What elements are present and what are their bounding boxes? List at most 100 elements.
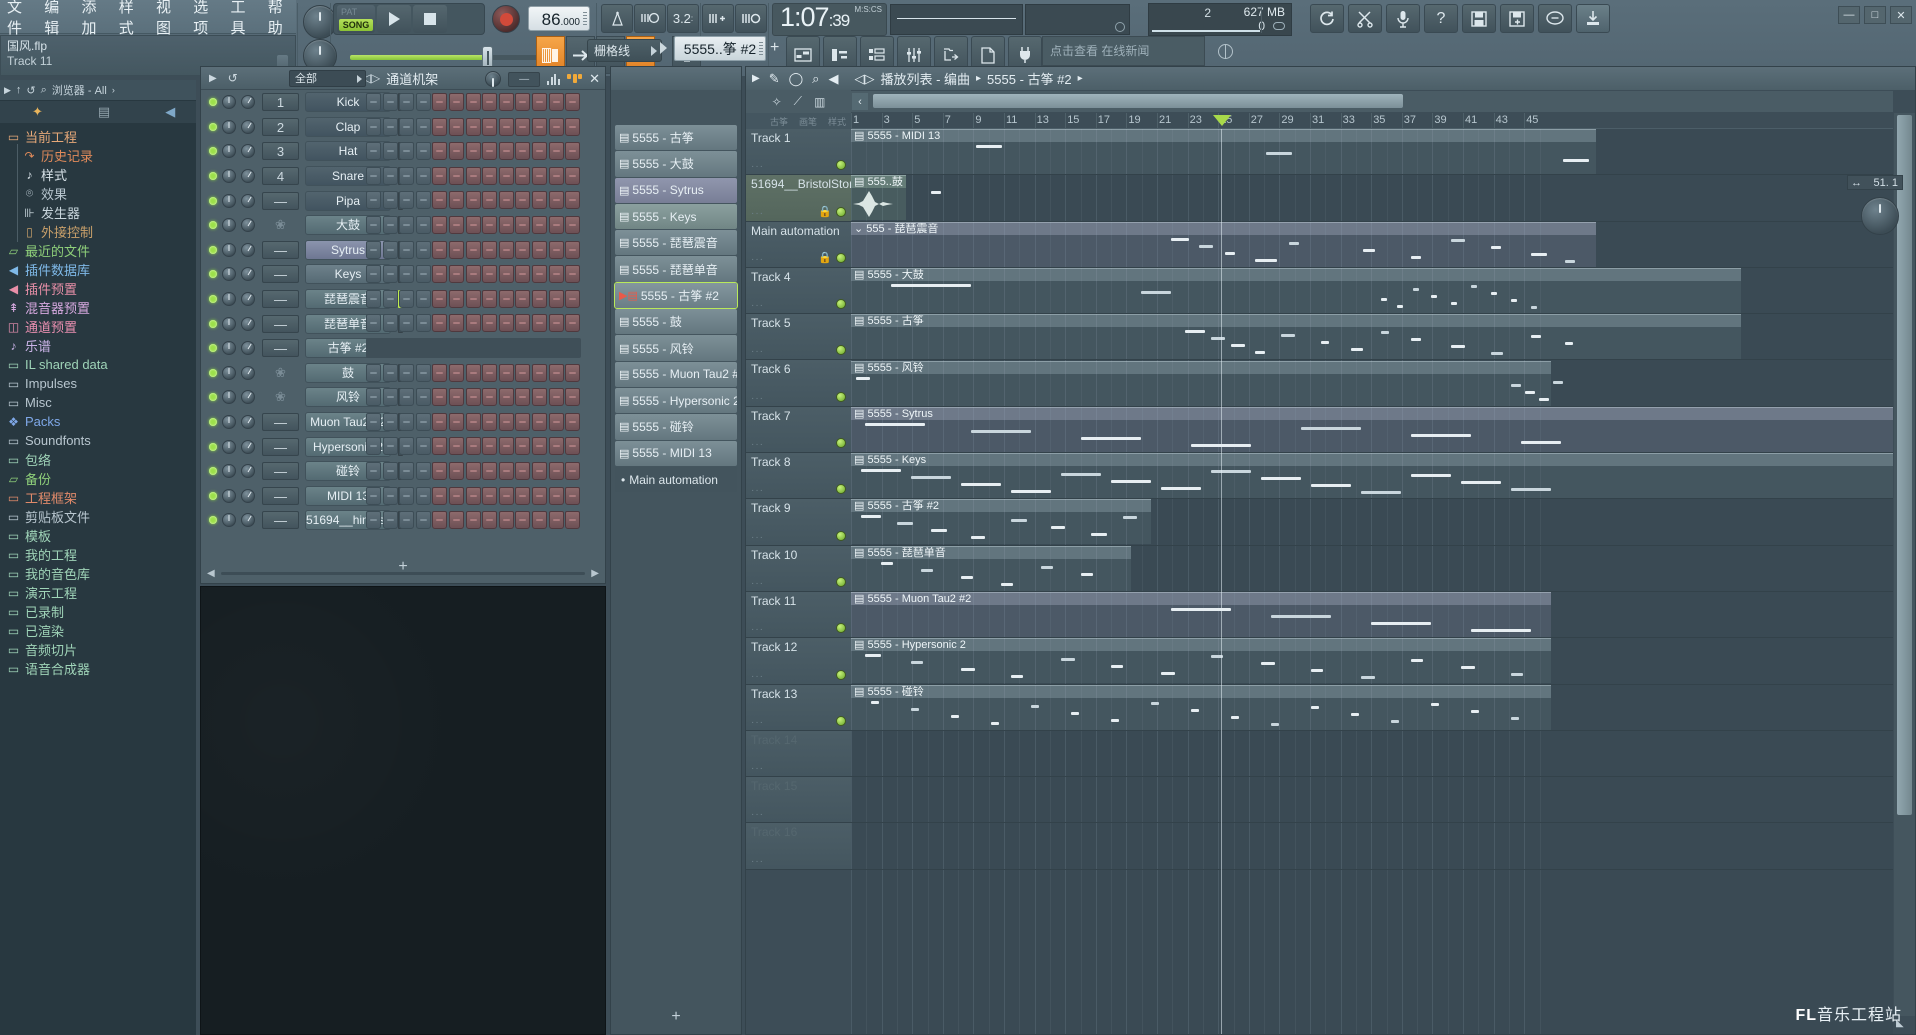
- menu-item-patterns[interactable]: 样式: [119, 0, 147, 38]
- channel-volume-knob[interactable]: [222, 95, 236, 110]
- step-button[interactable]: [448, 511, 464, 530]
- playlist-track-row[interactable]: [851, 731, 1893, 778]
- step-button[interactable]: [399, 117, 415, 136]
- step-button[interactable]: [565, 511, 581, 530]
- chevron-right-icon[interactable]: ▶: [752, 73, 760, 84]
- channel-step-sequence[interactable]: [366, 240, 581, 259]
- channel-mute-led[interactable]: [209, 319, 217, 328]
- step-button[interactable]: [498, 265, 514, 284]
- step-button[interactable]: [432, 117, 448, 136]
- step-button[interactable]: [498, 314, 514, 333]
- browser-item-18[interactable]: ▱ 备份: [0, 469, 196, 488]
- channel-mute-led[interactable]: [209, 295, 217, 304]
- step-button[interactable]: [565, 461, 581, 480]
- step-button[interactable]: [531, 191, 547, 210]
- channel-mixer-track[interactable]: —: [262, 437, 299, 456]
- channel-mixer-track[interactable]: 2: [262, 117, 299, 136]
- step-button[interactable]: [382, 240, 398, 259]
- minimize-button[interactable]: —: [1838, 6, 1860, 24]
- menu-item-tools[interactable]: 工具: [231, 0, 259, 38]
- playlist-track-headers[interactable]: Track 1 ··· 51694__BristolStories__d_chime…: [746, 129, 940, 1034]
- browser-item-7[interactable]: ◀ 插件数据库: [0, 260, 196, 279]
- step-button[interactable]: [415, 166, 431, 185]
- channel-step-sequence[interactable]: [366, 289, 581, 308]
- step-button[interactable]: [382, 117, 398, 136]
- step-button[interactable]: [432, 240, 448, 259]
- step-button[interactable]: [448, 363, 464, 382]
- pattern-list[interactable]: ▤ 5555 - 古筝 ▤ 5555 - 大鼓 ▤ 5555 - Sytrus ▤ 5555 …: [611, 125, 741, 1004]
- search-icon[interactable]: ⌕: [41, 84, 47, 97]
- track-header[interactable]: 51694__BristolStories__d_chimes1 ··· 🔒: [746, 175, 940, 222]
- step-button[interactable]: [482, 363, 498, 382]
- step-button[interactable]: [498, 461, 514, 480]
- menu-item-help[interactable]: 帮助: [268, 0, 296, 38]
- step-button[interactable]: [415, 142, 431, 161]
- step-button[interactable]: [399, 437, 415, 456]
- cut-button[interactable]: [1348, 4, 1382, 33]
- browser-item-9[interactable]: ⇞ 混音器预置: [0, 298, 196, 317]
- menu-item-view[interactable]: 视图: [156, 0, 184, 38]
- pattern-item[interactable]: ▤ 5555 - 琵琶震音: [615, 230, 737, 256]
- step-button[interactable]: [382, 486, 398, 505]
- channel-pan-knob[interactable]: [241, 267, 255, 282]
- undo-icon[interactable]: ↺: [26, 84, 35, 97]
- step-button[interactable]: [531, 388, 547, 407]
- step-button[interactable]: [531, 166, 547, 185]
- channel-row[interactable]: ❀ 鼓: [201, 361, 605, 386]
- step-button[interactable]: [415, 289, 431, 308]
- channel-volume-knob[interactable]: [222, 390, 236, 405]
- browser-item-20[interactable]: ▭ 剪贴板文件: [0, 507, 196, 526]
- step-button[interactable]: [366, 486, 381, 505]
- channel-mute-led[interactable]: [209, 172, 217, 181]
- channel-step-sequence[interactable]: [366, 388, 581, 407]
- step-button[interactable]: [448, 215, 464, 234]
- track-enable-led[interactable]: [836, 391, 846, 402]
- channel-row[interactable]: — 古筝 #2: [201, 336, 605, 361]
- clip-title-bar[interactable]: ▤ 5555 - 大鼓: [851, 267, 1741, 281]
- step-button[interactable]: [482, 215, 498, 234]
- channel-mute-led[interactable]: [209, 245, 217, 254]
- step-button[interactable]: [399, 412, 415, 431]
- playlist-track-row[interactable]: [851, 777, 1893, 824]
- browser-item-1[interactable]: ↷ 历史记录: [0, 146, 196, 165]
- pattern-item[interactable]: ▤ 5555 - Keys: [615, 203, 737, 230]
- track-enable-led[interactable]: [836, 715, 846, 726]
- step-button[interactable]: [399, 388, 415, 407]
- playlist-track-row[interactable]: ▤ 5555 - 古筝: [851, 314, 1893, 361]
- playlist-track-row[interactable]: ▤ 555..鼓: [851, 175, 1893, 222]
- save-button[interactable]: [1462, 4, 1496, 33]
- step-button[interactable]: [548, 388, 564, 407]
- snap-mode-select[interactable]: 栅格线: [587, 39, 662, 62]
- step-button[interactable]: [531, 314, 547, 333]
- step-button[interactable]: [515, 93, 531, 111]
- step-button[interactable]: [432, 461, 448, 480]
- channel-pan-knob[interactable]: [241, 415, 255, 430]
- step-button[interactable]: [382, 215, 398, 234]
- channel-pan-knob[interactable]: [241, 292, 255, 307]
- channel-mute-led[interactable]: [209, 122, 217, 131]
- tempo-field[interactable]: 86.000: [528, 6, 590, 31]
- step-button[interactable]: [548, 142, 564, 161]
- step-button[interactable]: [531, 486, 547, 505]
- pattern-item[interactable]: ▤ 5555 - MIDI 13: [615, 440, 737, 466]
- step-button[interactable]: [382, 191, 398, 210]
- step-button[interactable]: [465, 437, 481, 456]
- channel-step-sequence[interactable]: [366, 191, 581, 210]
- step-button[interactable]: [482, 412, 498, 431]
- step-button[interactable]: [366, 191, 381, 210]
- step-button[interactable]: [448, 240, 464, 259]
- step-button[interactable]: [498, 142, 514, 161]
- browser-item-27[interactable]: ▭ 音频切片: [0, 640, 196, 659]
- step-button[interactable]: [482, 314, 498, 333]
- pitch-knob[interactable]: [303, 5, 337, 39]
- pattern-item[interactable]: ▤ 5555 - Hypersonic 2: [615, 387, 737, 414]
- step-button[interactable]: [482, 117, 498, 136]
- step-button[interactable]: [399, 93, 415, 111]
- save-as-button[interactable]: [1500, 4, 1534, 33]
- close-button[interactable]: ✕: [1890, 6, 1912, 24]
- track-enable-led[interactable]: [836, 299, 846, 310]
- step-button[interactable]: [465, 363, 481, 382]
- browser-item-15[interactable]: ❖ Packs: [0, 412, 196, 431]
- chevron-right-icon[interactable]: ›: [112, 85, 115, 95]
- channel-sample-icon[interactable]: ❀: [262, 389, 299, 405]
